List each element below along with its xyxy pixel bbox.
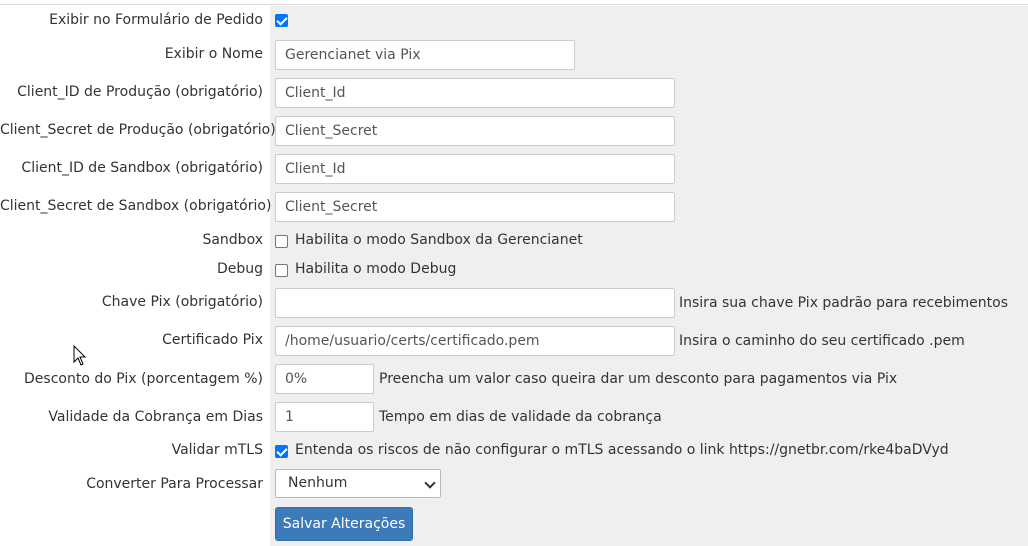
debug-checkbox-text: Habilita o modo Debug — [295, 261, 457, 277]
due-days-input[interactable] — [275, 402, 374, 432]
sandbox-checkbox[interactable] — [275, 235, 288, 248]
due-days-label: Validade da Cobrança em Dias — [48, 409, 263, 425]
client-secret-prod-label: Client_Secret de Produção (obrigatório) — [0, 122, 276, 138]
pix-cert-hint: Insira o caminho do seu certificado .pem — [679, 333, 965, 349]
client-id-prod-label: Client_ID de Produção (obrigatório) — [17, 84, 263, 100]
show-in-form-label: Exibir no Formulário de Pedido — [49, 12, 263, 28]
save-button[interactable]: Salvar Alterações — [275, 507, 413, 541]
client-secret-sandbox-label: Client_Secret de Sandbox (obrigatório) — [0, 198, 272, 214]
pix-cert-label: Certificado Pix — [162, 332, 263, 348]
sandbox-checkbox-text: Habilita o modo Sandbox da Gerencianet — [295, 232, 583, 248]
client-id-prod-input[interactable] — [275, 78, 675, 108]
top-divider — [0, 0, 1028, 5]
display-name-label: Exibir o Nome — [164, 46, 263, 62]
pix-cert-input[interactable] — [275, 326, 675, 356]
convert-selected-value: Nenhum — [288, 475, 348, 491]
pix-key-hint: Insira sua chave Pix padrão para recebim… — [679, 295, 1008, 311]
client-secret-sandbox-input[interactable] — [275, 192, 675, 222]
convert-select[interactable]: Nenhum — [275, 469, 441, 498]
discount-hint: Preencha um valor caso queira dar um des… — [379, 371, 898, 387]
mtls-checkbox[interactable] — [275, 445, 288, 458]
discount-label: Desconto do Pix (porcentagem %) — [24, 371, 263, 387]
client-id-sandbox-label: Client_ID de Sandbox (obrigatório) — [21, 160, 263, 176]
chevron-down-icon — [424, 477, 436, 489]
debug-checkbox[interactable] — [275, 264, 288, 277]
show-in-form-checkbox[interactable] — [275, 14, 288, 27]
pix-key-input[interactable] — [275, 288, 675, 318]
convert-label: Converter Para Processar — [86, 476, 263, 492]
sandbox-label: Sandbox — [202, 232, 263, 248]
mouse-pointer-icon — [73, 345, 87, 366]
mtls-checkbox-text: Entenda os riscos de não configurar o mT… — [295, 442, 949, 458]
due-days-hint: Tempo em dias de validade da cobrança — [379, 409, 662, 425]
display-name-input[interactable] — [275, 40, 575, 70]
pix-key-label: Chave Pix (obrigatório) — [101, 294, 263, 310]
client-id-sandbox-input[interactable] — [275, 154, 675, 184]
debug-label: Debug — [216, 261, 263, 277]
mtls-label: Validar mTLS — [171, 442, 263, 458]
client-secret-prod-input[interactable] — [275, 116, 675, 146]
discount-input[interactable] — [275, 364, 374, 394]
